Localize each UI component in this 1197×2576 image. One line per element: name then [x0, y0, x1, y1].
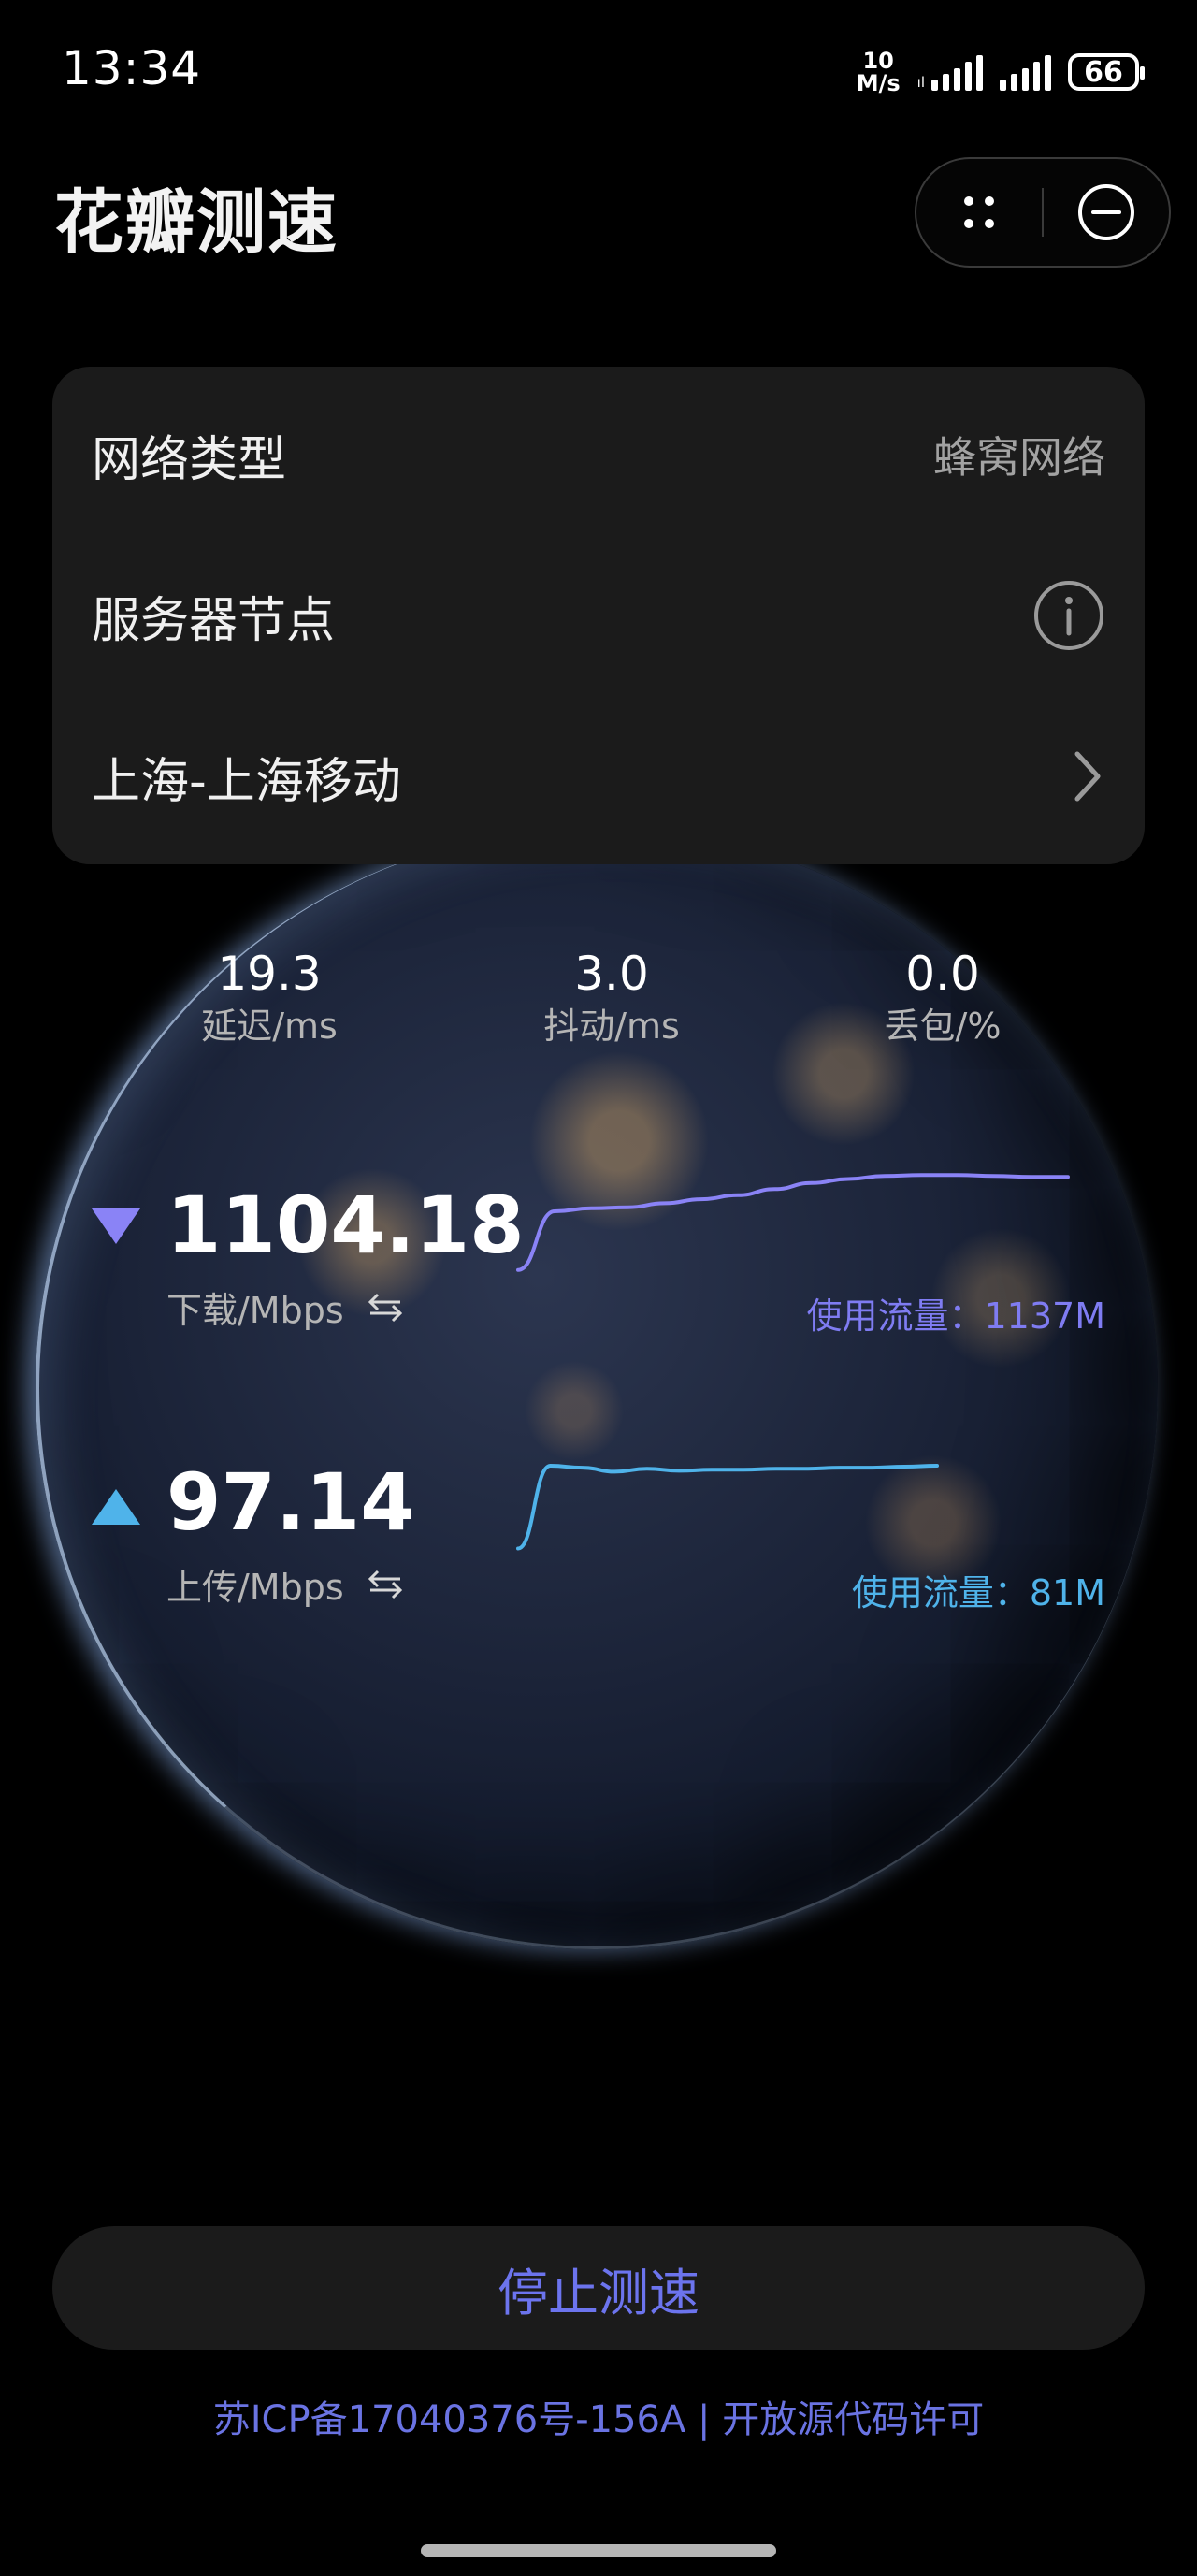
status-indicators: 10 M/s ıl 66 — [857, 41, 1145, 103]
upload-speed-value: 97.14 — [166, 1456, 415, 1548]
server-select-row[interactable]: 上海-上海移动 — [92, 720, 1105, 832]
download-speed-line — [516, 1173, 1070, 1272]
server-name: 上海-上海移动 — [92, 753, 401, 810]
license-footer-link[interactable]: 苏ICP备17040376号-156A | 开放源代码许可 — [0, 2389, 1197, 2443]
minimize-button[interactable] — [1044, 159, 1169, 266]
mini-program-capsule — [915, 157, 1171, 268]
upload-arrow-icon — [92, 1489, 140, 1525]
download-label-row: 下载/Mbps — [166, 1281, 404, 1333]
swap-arrows-icon[interactable] — [367, 1291, 404, 1324]
more-dots-icon — [964, 196, 994, 228]
network-speed-indicator: 10 M/s — [857, 50, 901, 94]
upload-speed-label: 上传/Mbps — [166, 1567, 344, 1608]
packet-loss-label: 丢包/% — [884, 1006, 1002, 1047]
info-icon[interactable] — [1032, 579, 1105, 652]
more-button[interactable] — [916, 159, 1042, 266]
signal-icon-sim2 — [1000, 53, 1051, 91]
download-speed-label: 下载/Mbps — [166, 1290, 344, 1331]
signal-icon-sim1: ıl — [917, 53, 983, 91]
upload-speed-line — [516, 1464, 939, 1551]
swap-arrows-icon[interactable] — [367, 1568, 404, 1601]
network-type-value: 蜂窝网络 — [933, 432, 1105, 483]
network-type-row: 网络类型 蜂窝网络 — [92, 398, 1105, 511]
latency-metric: 19.3 延迟/ms — [148, 945, 391, 1049]
home-indicator[interactable] — [421, 2544, 776, 2557]
jitter-label: 抖动/ms — [543, 1006, 680, 1047]
download-speed-chart — [516, 1173, 1070, 1272]
server-node-label: 服务器节点 — [92, 592, 336, 649]
latency-value: 19.3 — [217, 947, 322, 1001]
upload-label-row: 上传/Mbps — [166, 1558, 404, 1610]
network-speed-unit: M/s — [856, 70, 901, 96]
stop-test-button[interactable]: 停止测速 — [52, 2226, 1145, 2350]
minus-circle-icon — [1078, 184, 1134, 240]
app-title: 花瓣测速 — [54, 182, 339, 263]
download-arrow-icon — [92, 1208, 140, 1244]
latency-label: 延迟/ms — [201, 1006, 338, 1047]
network-info-card: 网络类型 蜂窝网络 服务器节点 上海-上海移动 — [52, 367, 1145, 864]
jitter-value: 3.0 — [574, 947, 649, 1001]
status-time: 13:34 — [62, 41, 202, 95]
server-node-row: 服务器节点 — [92, 559, 1105, 672]
chevron-right-icon — [1074, 751, 1101, 802]
upload-speed-chart — [516, 1464, 939, 1551]
download-speed-value: 1104.18 — [166, 1179, 525, 1271]
packet-loss-value: 0.0 — [905, 947, 980, 1001]
download-traffic: 使用流量：1137M — [806, 1295, 1106, 1337]
jitter-metric: 3.0 抖动/ms — [490, 945, 733, 1049]
packet-loss-metric: 0.0 丢包/% — [821, 945, 1064, 1049]
network-speed-value: 10 — [862, 48, 894, 74]
upload-traffic: 使用流量：81M — [851, 1572, 1105, 1614]
battery-icon: 66 — [1068, 53, 1145, 91]
network-type-label: 网络类型 — [92, 431, 287, 488]
